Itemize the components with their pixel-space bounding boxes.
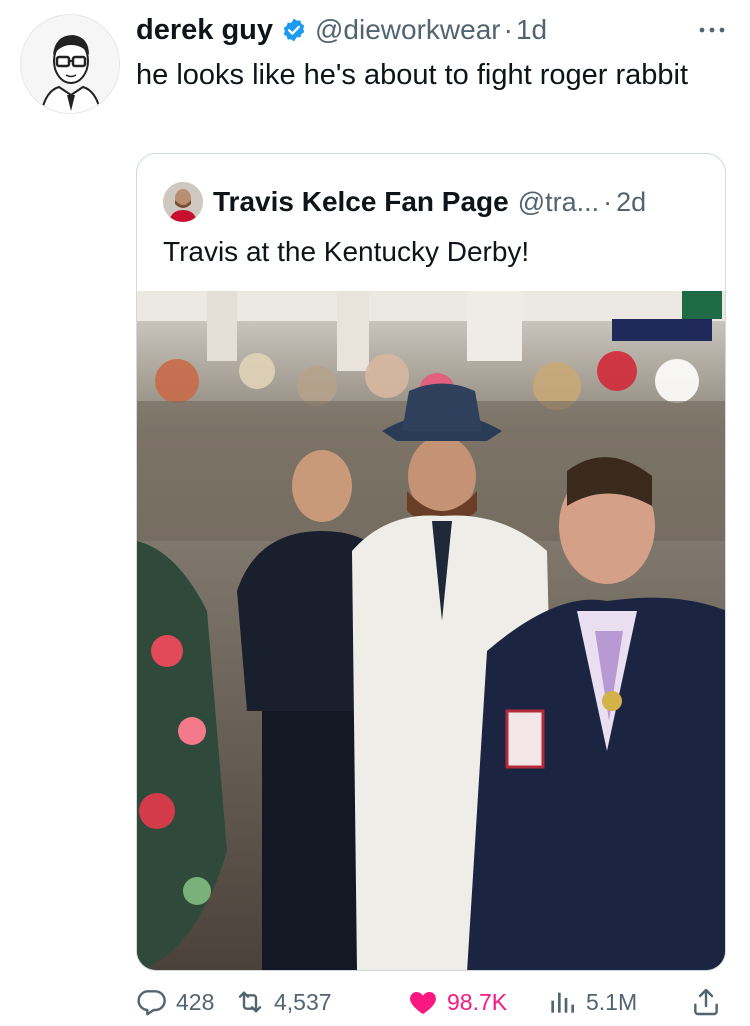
quoted-separator-dot: · (603, 186, 613, 217)
separator-dot: · (503, 14, 513, 45)
tweet-timestamp[interactable]: 1d (516, 14, 547, 46)
quoted-tweet-timestamp: 2d (616, 186, 647, 217)
retweet-count: 4,537 (274, 988, 332, 1015)
quoted-tweet-text: Travis at the Kentucky Derby! (163, 236, 530, 267)
verified-badge-icon (281, 17, 307, 43)
quoted-author-name: Travis Kelce Fan Page (213, 186, 509, 217)
tweet-action-bar: 428 4,537 98.7K 5.1M (136, 982, 726, 1026)
quoted-tweet-card[interactable]: Travis Kelce Fan Page @tra... · 2d Travi… (136, 153, 726, 971)
like-button[interactable]: 98.7K (407, 986, 507, 1018)
like-count: 98.7K (447, 988, 508, 1015)
views-button[interactable]: 5.1M (546, 986, 637, 1018)
author-name[interactable]: derek guy (136, 14, 273, 47)
quoted-tweet-photo[interactable] (137, 291, 725, 970)
author-avatar[interactable] (20, 14, 120, 114)
reply-button[interactable]: 428 (136, 986, 214, 1018)
quoted-author-handle: @tra... (517, 186, 600, 217)
retweet-icon (238, 991, 262, 1013)
author-handle[interactable]: @dieworkwear (315, 14, 501, 46)
retweet-button[interactable]: 4,537 (234, 986, 332, 1018)
views-icon (551, 992, 574, 1013)
share-icon (694, 988, 718, 1016)
quoted-tweet-header: Travis Kelce Fan Page @tra... · 2d (163, 182, 646, 222)
reply-icon (137, 990, 166, 1016)
tweet-text: he looks like he's about to fight roger … (136, 59, 689, 91)
heart-icon (410, 992, 436, 1014)
reply-count: 428 (176, 988, 215, 1015)
tweet-header: derek guy @dieworkwear · 1d (136, 10, 730, 50)
share-button[interactable] (690, 986, 722, 1018)
more-options-icon[interactable] (696, 20, 728, 40)
views-count: 5.1M (586, 988, 638, 1015)
quoted-author-avatar (163, 182, 203, 222)
